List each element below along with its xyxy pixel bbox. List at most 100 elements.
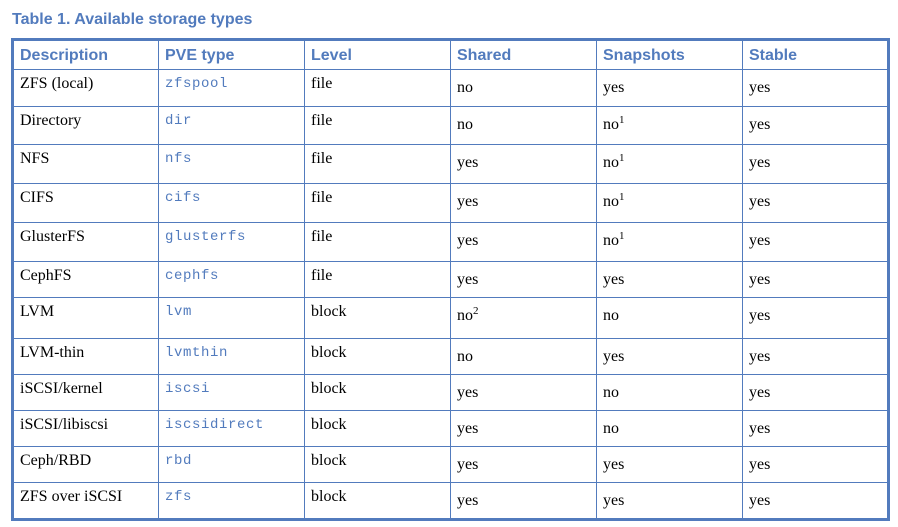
header-pve-type: PVE type	[158, 39, 305, 70]
cell-snapshots: no1	[596, 144, 743, 184]
cell-description: CephFS	[12, 261, 159, 298]
cell-description-text: ZFS (local)	[20, 75, 94, 92]
cell-pve-type: lvmthin	[158, 338, 305, 375]
cell-pve-type-text: nfs	[165, 151, 193, 167]
cell-stable: yes	[742, 374, 889, 411]
cell-level-text: file	[311, 228, 333, 245]
cell-snapshots-text: no	[603, 384, 619, 401]
cell-shared: yes	[450, 446, 597, 483]
cell-level: block	[304, 338, 451, 375]
cell-stable-text: yes	[749, 492, 771, 509]
cell-stable-text: yes	[749, 193, 771, 210]
cell-description-text: Directory	[20, 112, 82, 129]
cell-level: block	[304, 446, 451, 483]
cell-snapshots: yes	[596, 69, 743, 107]
cell-level-text: file	[311, 112, 333, 129]
cell-description-text: LVM	[20, 303, 55, 320]
cell-stable-text: yes	[749, 154, 771, 171]
cell-pve-type: cifs	[158, 183, 305, 223]
cell-pve-type-text: lvmthin	[165, 345, 229, 361]
cell-snapshots-text: no	[603, 232, 619, 249]
cell-shared-text: yes	[457, 154, 479, 171]
cell-description-text: ZFS over iSCSI	[20, 488, 123, 505]
cell-pve-type-text: glusterfs	[165, 229, 247, 245]
cell-pve-type: zfspool	[158, 69, 305, 107]
table-row: Directory dir file no no1 yes	[12, 106, 889, 145]
cell-pve-type: iscsidirect	[158, 410, 305, 447]
cell-snapshots: no1	[596, 183, 743, 223]
cell-snapshots-text: yes	[603, 271, 625, 288]
cell-description: ZFS (local)	[12, 69, 159, 107]
cell-pve-type: cephfs	[158, 261, 305, 298]
cell-pve-type-text: rbd	[165, 453, 193, 469]
cell-pve-type-text: zfspool	[165, 76, 229, 92]
cell-level-text: file	[311, 150, 333, 167]
cell-level: block	[304, 482, 451, 520]
cell-snapshots: no1	[596, 222, 743, 262]
cell-level: file	[304, 106, 451, 145]
footnote-marker: 1	[619, 230, 625, 242]
cell-shared-text: yes	[457, 420, 479, 437]
header-shared: Shared	[450, 39, 597, 70]
cell-stable: yes	[742, 261, 889, 298]
cell-pve-type: zfs	[158, 482, 305, 520]
cell-level-text: file	[311, 75, 333, 92]
cell-description: CIFS	[12, 183, 159, 223]
cell-shared-text: no	[457, 79, 473, 96]
cell-shared-text: yes	[457, 232, 479, 249]
cell-stable-text: yes	[749, 271, 771, 288]
cell-level-text: block	[311, 303, 347, 320]
cell-description-text: GlusterFS	[20, 228, 85, 245]
table-row: GlusterFS glusterfs file yes no1 yes	[12, 222, 889, 262]
cell-description: iSCSI/kernel	[12, 374, 159, 411]
cell-level: block	[304, 410, 451, 447]
cell-stable: yes	[742, 144, 889, 184]
cell-snapshots-text: no	[603, 307, 619, 324]
cell-level: file	[304, 183, 451, 223]
table-row: iSCSI/libiscsi iscsidirect block yes no yes	[12, 410, 889, 447]
cell-description-text: CIFS	[20, 189, 54, 206]
header-snapshots: Snapshots	[596, 39, 743, 70]
cell-description: iSCSI/libiscsi	[12, 410, 159, 447]
table-row: ZFS over iSCSI zfs block yes yes yes	[12, 482, 889, 520]
cell-stable: yes	[742, 338, 889, 375]
cell-shared: no	[450, 106, 597, 145]
cell-shared-text: yes	[457, 492, 479, 509]
cell-snapshots-text: no	[603, 420, 619, 437]
cell-level-text: file	[311, 267, 333, 284]
cell-description-text: NFS	[20, 150, 50, 167]
cell-snapshots: yes	[596, 338, 743, 375]
cell-snapshots: no	[596, 410, 743, 447]
header-description: Description	[12, 39, 159, 70]
table-row: LVM-thin lvmthin block no yes yes	[12, 338, 889, 375]
cell-shared: yes	[450, 374, 597, 411]
cell-snapshots-text: yes	[603, 492, 625, 509]
cell-stable: yes	[742, 69, 889, 107]
footnote-marker: 1	[619, 191, 625, 203]
cell-snapshots-text: yes	[603, 456, 625, 473]
cell-description: LVM-thin	[12, 338, 159, 375]
cell-stable-text: yes	[749, 348, 771, 365]
header-row: Description PVE type Level Shared Snapsh…	[12, 39, 889, 70]
table-body: ZFS (local) zfspool file no yes yes Directory d…	[12, 69, 889, 520]
cell-level-text: block	[311, 344, 347, 361]
cell-pve-type: dir	[158, 106, 305, 145]
cell-level-text: block	[311, 416, 347, 433]
cell-shared-text: yes	[457, 193, 479, 210]
cell-stable-text: yes	[749, 420, 771, 437]
cell-snapshots: yes	[596, 261, 743, 298]
cell-level: block	[304, 374, 451, 411]
cell-stable: yes	[742, 297, 889, 339]
storage-types-table: Description PVE type Level Shared Snapsh…	[11, 38, 890, 521]
cell-stable: yes	[742, 106, 889, 145]
cell-shared-text: no	[457, 307, 473, 324]
table-row: CIFS cifs file yes no1 yes	[12, 183, 889, 223]
cell-shared-text: yes	[457, 271, 479, 288]
cell-level-text: file	[311, 189, 333, 206]
cell-snapshots-text: yes	[603, 79, 625, 96]
cell-pve-type-text: zfs	[165, 489, 193, 505]
cell-description-text: LVM-thin	[20, 344, 85, 361]
cell-description: NFS	[12, 144, 159, 184]
cell-snapshots-text: no	[603, 193, 619, 210]
cell-pve-type-text: iscsidirect	[165, 417, 265, 433]
